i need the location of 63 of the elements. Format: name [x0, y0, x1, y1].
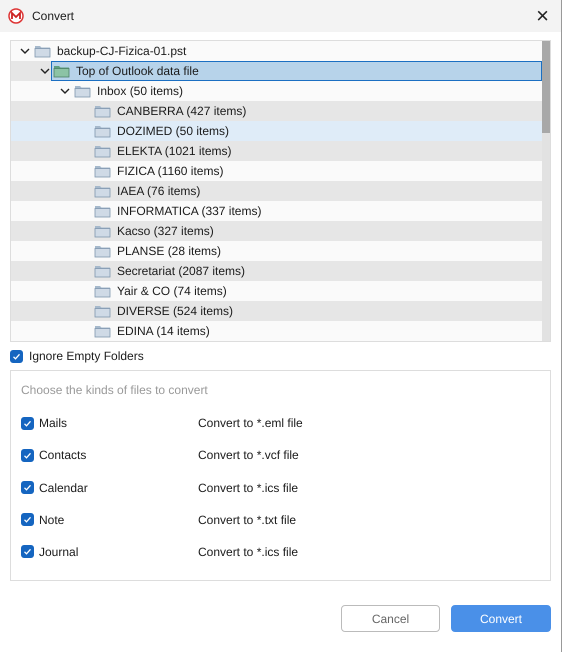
folder-icon [94, 184, 111, 198]
close-button[interactable]: × [532, 5, 553, 27]
tree-item[interactable]: IAEA (76 items) [91, 181, 542, 201]
checkbox-label[interactable]: Contacts [39, 448, 86, 462]
panel-heading: Choose the kinds of files to convert [21, 383, 209, 397]
target-format: Convert to *.ics file [198, 544, 300, 559]
folder-icon [94, 144, 111, 158]
checkmark-icon [23, 547, 32, 556]
target-format: Convert to *.txt file [198, 512, 298, 527]
checkbox-label[interactable]: Ignore Empty Folders [29, 349, 144, 363]
checkmark-icon [23, 515, 32, 524]
target-format: Convert to *.vcf file [198, 448, 300, 462]
app-logo-icon [8, 8, 24, 24]
target-format: Convert to *.ics file [198, 480, 300, 494]
tree-item[interactable]: ELEKTA (1021 items) [91, 141, 542, 161]
folder-icon [34, 44, 51, 58]
folder-icon [94, 264, 111, 278]
tree-item[interactable]: EDINA (14 items) [91, 321, 542, 341]
tree-item[interactable]: INFORMATICA (337 items) [91, 201, 542, 221]
tree-row[interactable]: DIVERSE (524 items) [11, 301, 542, 321]
folder-icon [94, 104, 111, 118]
checkmark-icon [23, 450, 32, 460]
tree-row[interactable]: Kacso (327 items) [11, 221, 542, 241]
window-title: Convert [32, 9, 76, 23]
tree-row[interactable]: Secretariat (2087 items) [11, 261, 542, 281]
tree-item[interactable]: DIVERSE (524 items) [91, 301, 542, 321]
target-format: Convert to *.eml file [198, 416, 304, 430]
checkmark-icon [23, 483, 32, 492]
tree-item[interactable]: Kacso (327 items) [91, 221, 542, 241]
cancel-button[interactable]: Cancel [341, 605, 440, 632]
folder-icon [94, 224, 111, 238]
folder-icon [94, 124, 111, 138]
checkbox-label[interactable]: Journal [39, 544, 78, 559]
folder-icon [94, 164, 111, 178]
checkbox-label[interactable]: Mails [39, 416, 68, 430]
tree-item[interactable]: FIZICA (1160 items) [91, 161, 542, 181]
folder-icon [94, 244, 111, 258]
tree-item[interactable]: Secretariat (2087 items) [91, 261, 542, 281]
folder-icon [94, 204, 111, 218]
checkbox-label[interactable]: Calendar [39, 480, 88, 494]
tree-row[interactable]: DOZIMED (50 items) [11, 121, 542, 141]
folder-icon [94, 324, 111, 338]
tree-item[interactable]: PLANSE (28 items) [91, 241, 542, 261]
tree-row[interactable]: IAEA (76 items) [11, 181, 542, 201]
folder-icon [94, 304, 111, 318]
checkbox[interactable] [10, 350, 23, 362]
folder-icon [94, 284, 111, 298]
checkbox[interactable] [21, 416, 34, 430]
tree-item[interactable]: DOZIMED (50 items) [91, 121, 542, 141]
tree-item[interactable]: Yair & CO (74 items) [91, 281, 542, 301]
checkbox[interactable] [21, 448, 34, 462]
tree-row[interactable]: CANBERRA (427 items) [11, 101, 542, 121]
checkbox[interactable] [21, 545, 34, 558]
checkmark-icon [23, 418, 32, 428]
checkmark-icon [12, 352, 21, 360]
tree-item[interactable]: CANBERRA (427 items) [91, 101, 542, 121]
folder-icon [53, 64, 70, 78]
checkbox[interactable] [21, 513, 34, 526]
scrollbar[interactable] [542, 41, 550, 341]
tree-row[interactable]: ELEKTA (1021 items) [11, 141, 542, 161]
checkbox[interactable] [21, 481, 34, 494]
folder-icon [74, 84, 91, 98]
checkbox-label[interactable]: Note [39, 512, 64, 527]
